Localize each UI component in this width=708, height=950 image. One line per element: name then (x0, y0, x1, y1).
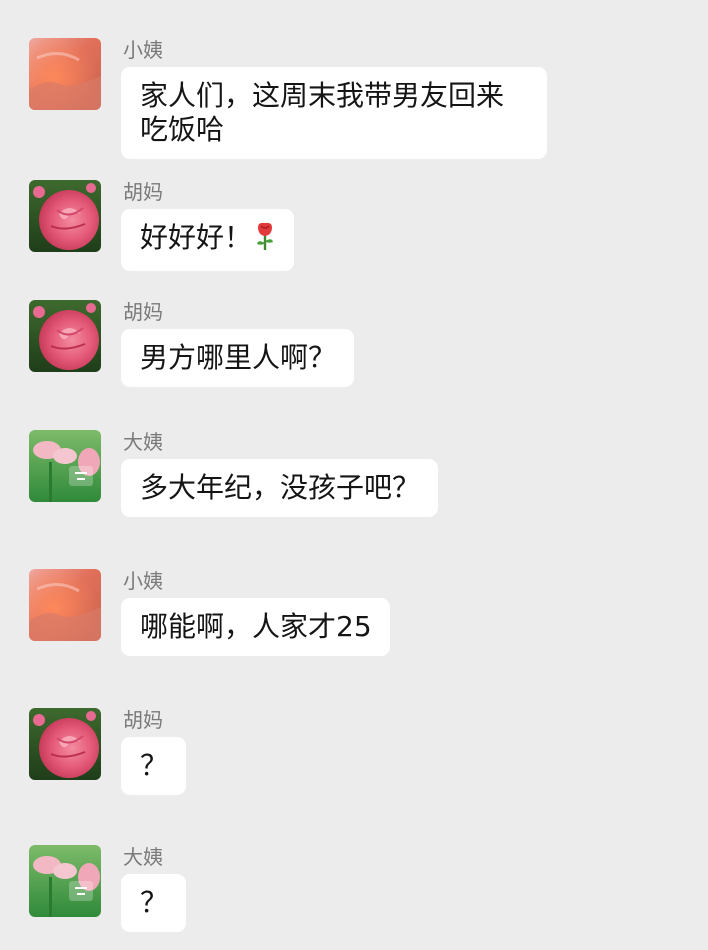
sender-name: 小姨 (123, 38, 163, 62)
message-text: 多大年纪，没孩子吧？ (140, 471, 421, 504)
rose-icon (254, 221, 276, 259)
message-text: 男方哪里人啊？ (140, 341, 337, 374)
pink-rose-avatar[interactable] (29, 708, 101, 780)
message-bubble[interactable]: 哪能啊，人家才25 (121, 598, 390, 656)
sender-name: 胡妈 (123, 708, 163, 732)
message-bubble[interactable]: 男方哪里人啊？ (121, 329, 355, 387)
pink-rose-avatar[interactable] (29, 180, 101, 252)
sender-name: 胡妈 (123, 180, 163, 204)
lotus-avatar[interactable] (29, 430, 101, 502)
sunset-avatar[interactable] (29, 569, 101, 641)
message-text: 哪能啊，人家才25 (140, 610, 372, 643)
sunset-avatar[interactable] (29, 38, 101, 110)
message-bubble[interactable]: 家人们，这周末我带男友回来吃饭哈 (121, 67, 547, 159)
pink-rose-avatar[interactable] (29, 300, 101, 372)
message-text: 家人们，这周末我带男友回来吃饭哈 (140, 79, 505, 146)
message-bubble[interactable]: 多大年纪，没孩子吧？ (121, 459, 439, 517)
message-bubble[interactable]: 好好好！ (121, 209, 295, 271)
sender-name: 大姨 (123, 845, 163, 869)
message-bubble[interactable]: ？ (121, 874, 187, 932)
sender-name: 大姨 (123, 430, 163, 454)
message-text: 好好好！ (140, 221, 253, 254)
message-text: ？ (140, 749, 169, 782)
sender-name: 小姨 (123, 569, 163, 593)
lotus-avatar[interactable] (29, 845, 101, 917)
message-text: ？ (140, 886, 169, 919)
message-bubble[interactable]: ？ (121, 737, 187, 795)
sender-name: 胡妈 (123, 300, 163, 324)
